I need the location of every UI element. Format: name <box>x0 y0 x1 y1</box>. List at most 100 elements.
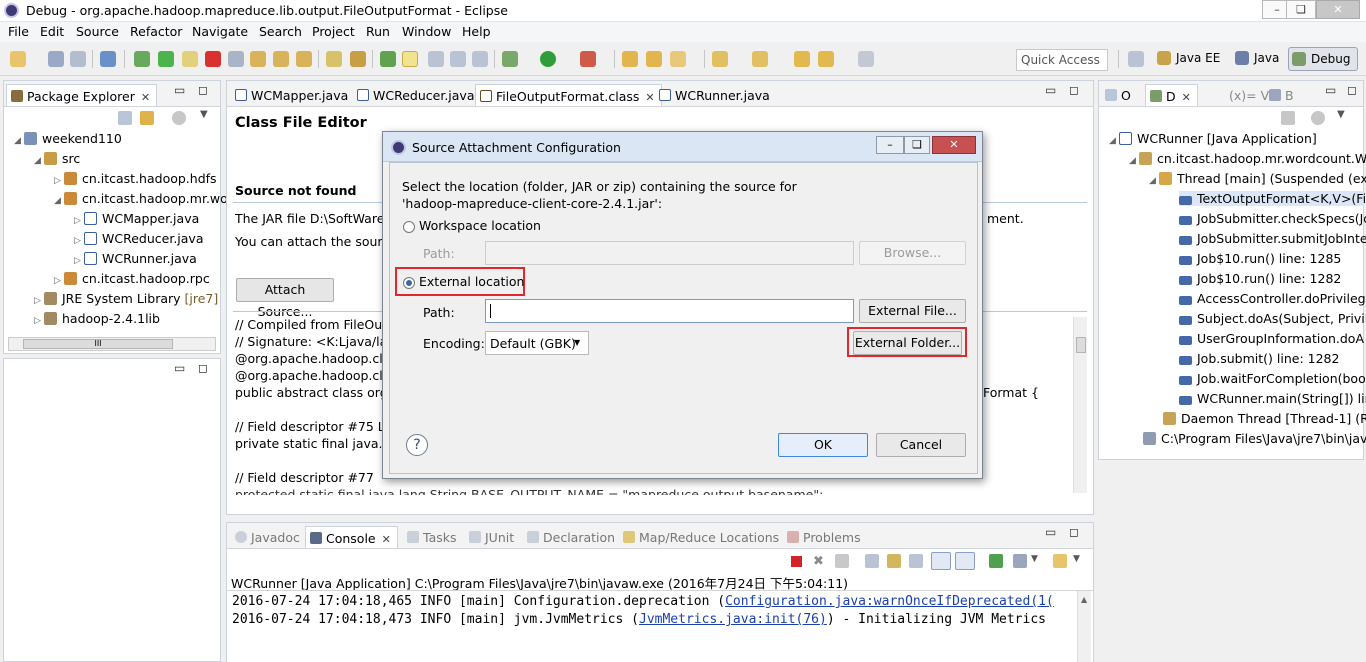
perspective-java[interactable]: Java <box>1232 47 1283 71</box>
list-item[interactable]: ▷ cn.itcast.hadoop.hdfs <box>54 171 217 186</box>
close-icon[interactable]: ✕ <box>1182 91 1191 104</box>
list-item[interactable]: Subject.doAs(Subject, Privile <box>1179 311 1366 326</box>
source-link[interactable]: Configuration.java:warnOnceIfDeprecated(… <box>725 594 1054 609</box>
menu-edit[interactable]: Edit <box>40 24 64 39</box>
cancel-button[interactable]: Cancel <box>876 433 966 457</box>
back-icon[interactable] <box>818 51 834 67</box>
terminate-icon[interactable] <box>791 556 802 567</box>
chevron-down-icon[interactable]: ▼ <box>1073 554 1080 564</box>
show-source-icon[interactable] <box>472 51 488 67</box>
search-toolbar-icon[interactable] <box>670 51 686 67</box>
maximize-view-icon[interactable]: ◻ <box>1069 83 1079 97</box>
menu-project[interactable]: Project <box>312 24 355 39</box>
tab-package-explorer[interactable]: Package Explorer ✕ <box>6 84 158 106</box>
disconnect-icon[interactable] <box>228 51 244 67</box>
close-icon[interactable]: ✕ <box>645 91 654 104</box>
tab-junit[interactable]: JUnit <box>465 526 520 548</box>
chevron-down-icon[interactable]: ▼ <box>1337 109 1345 120</box>
ok-button[interactable]: OK <box>778 433 868 457</box>
tab-outline[interactable]: O <box>1101 84 1137 106</box>
scrollbar-thumb[interactable]: III <box>23 339 173 349</box>
maximize-view-icon[interactable]: ◻ <box>1347 83 1357 97</box>
source-link[interactable]: JvmMetrics.java:init(76) <box>639 612 827 627</box>
tab-wcmapper[interactable]: WCMapper.java <box>231 84 354 106</box>
tab-wcrunner[interactable]: WCRunner.java <box>655 84 776 106</box>
external-location-radio[interactable] <box>403 277 415 289</box>
help-icon[interactable]: ? <box>406 434 428 456</box>
chevron-down-icon[interactable]: ▼ <box>1031 554 1038 564</box>
list-item[interactable]: Job.submit() line: 1282 <box>1179 351 1339 366</box>
remove-launch-icon[interactable]: ✖ <box>813 554 827 569</box>
remove-all-icon[interactable] <box>835 554 849 568</box>
tab-tasks[interactable]: Tasks <box>403 526 463 548</box>
list-item[interactable]: JobSubmitter.submitJobInte <box>1179 231 1366 246</box>
skip-breakpoints-icon[interactable] <box>134 51 150 67</box>
list-item[interactable]: UserGroupInformation.doA <box>1179 331 1364 346</box>
forward-icon[interactable] <box>858 51 874 67</box>
tab-wcreducer[interactable]: WCReducer.java <box>353 84 480 106</box>
menu-window[interactable]: Window <box>402 24 451 39</box>
external-folder-button[interactable]: External Folder... <box>853 331 962 355</box>
show-on-stdout-icon[interactable] <box>931 552 951 570</box>
perspective-debug[interactable]: Debug <box>1288 47 1358 71</box>
minimize-view-icon[interactable]: ▭ <box>174 361 185 375</box>
show-on-stderr-icon[interactable] <box>955 552 975 570</box>
menu-search[interactable]: Search <box>259 24 302 39</box>
list-item[interactable]: C:\Program Files\Java\jre7\bin\jav <box>1143 431 1366 446</box>
tab-fileoutputformat[interactable]: FileOutputFormat.class ✕ <box>475 84 662 106</box>
list-item[interactable]: ▷ WCRunner.java <box>74 251 197 266</box>
list-item[interactable]: ◢ Thread [main] (Suspended (exc <box>1149 171 1366 186</box>
debug-dropdown-icon[interactable] <box>502 51 518 67</box>
prev-annotation-icon[interactable] <box>752 51 768 67</box>
encoding-select[interactable]: Default (GBK) ▼ <box>485 331 589 355</box>
menu-navigate[interactable]: Navigate <box>192 24 248 39</box>
list-item[interactable]: ▷ WCReducer.java <box>74 231 203 246</box>
close-icon[interactable]: ✕ <box>382 533 391 546</box>
open-console-icon[interactable] <box>1053 554 1067 568</box>
list-item[interactable]: ▷ WCMapper.java <box>74 211 199 226</box>
next-annotation-icon[interactable] <box>712 51 728 67</box>
list-item[interactable]: ▷ JRE System Library [jre7] <box>34 291 218 306</box>
vertical-scrollbar[interactable]: ▲ <box>1077 591 1091 662</box>
word-wrap-icon[interactable] <box>909 554 923 568</box>
debug-launch-icon[interactable] <box>380 51 396 67</box>
step-over-icon[interactable] <box>273 51 289 67</box>
minimize-view-icon[interactable]: ▭ <box>1045 525 1056 539</box>
save-all-icon[interactable] <box>70 51 86 67</box>
attach-source-button[interactable]: Attach Source... <box>236 278 334 319</box>
external-path-input[interactable] <box>485 299 854 323</box>
tab-declaration[interactable]: Declaration <box>523 526 621 548</box>
horizontal-scrollbar[interactable]: III <box>8 337 216 351</box>
show-whitespace-icon[interactable] <box>428 51 444 67</box>
resume-icon[interactable] <box>158 51 174 67</box>
list-item[interactable]: Daemon Thread [Thread-1] (Ru <box>1163 411 1366 426</box>
display-console-icon[interactable] <box>1013 554 1027 568</box>
step-return-icon[interactable] <box>296 51 312 67</box>
workspace-location-radio[interactable] <box>403 221 415 233</box>
list-item[interactable]: Job.waitForCompletion(boo <box>1179 371 1366 386</box>
list-item[interactable]: ▷ hadoop-2.4.1lib <box>34 311 160 326</box>
minimize-view-icon[interactable]: ▭ <box>1045 83 1056 97</box>
pin-console-icon[interactable] <box>989 554 1003 568</box>
tab-breakpoints[interactable]: B <box>1265 84 1300 106</box>
scrollbar-thumb[interactable] <box>1076 337 1086 353</box>
external-file-button[interactable]: External File... <box>859 299 966 323</box>
list-item[interactable]: ◢ cn.itcast.hadoop.mr.wo <box>54 191 228 206</box>
view-menu-icon[interactable] <box>1311 111 1325 125</box>
list-item[interactable]: JobSubmitter.checkSpecs(Jo <box>1179 211 1366 226</box>
print-icon[interactable] <box>100 51 116 67</box>
console-output[interactable]: 2016-07-24 17:04:18,465 INFO [main] Conf… <box>227 590 1093 662</box>
dialog-close-button[interactable]: ✕ <box>932 136 976 154</box>
view-menu-icon[interactable] <box>172 111 186 125</box>
tab-map-reduce-locations[interactable]: Map/Reduce Locations <box>619 526 785 548</box>
maximize-view-icon[interactable]: ◻ <box>198 361 208 375</box>
list-item[interactable]: WCRunner.main(String[]) lin <box>1179 391 1366 406</box>
open-perspective-icon[interactable] <box>1128 51 1144 67</box>
list-item[interactable]: Job$10.run() line: 1285 <box>1179 251 1341 266</box>
save-icon[interactable] <box>48 51 64 67</box>
clear-console-icon[interactable] <box>865 554 879 568</box>
vertical-scrollbar[interactable] <box>1073 317 1087 493</box>
list-item[interactable]: AccessController.doPrivileg <box>1179 291 1366 306</box>
menu-file[interactable]: File <box>8 24 29 39</box>
open-type-icon[interactable] <box>646 51 662 67</box>
